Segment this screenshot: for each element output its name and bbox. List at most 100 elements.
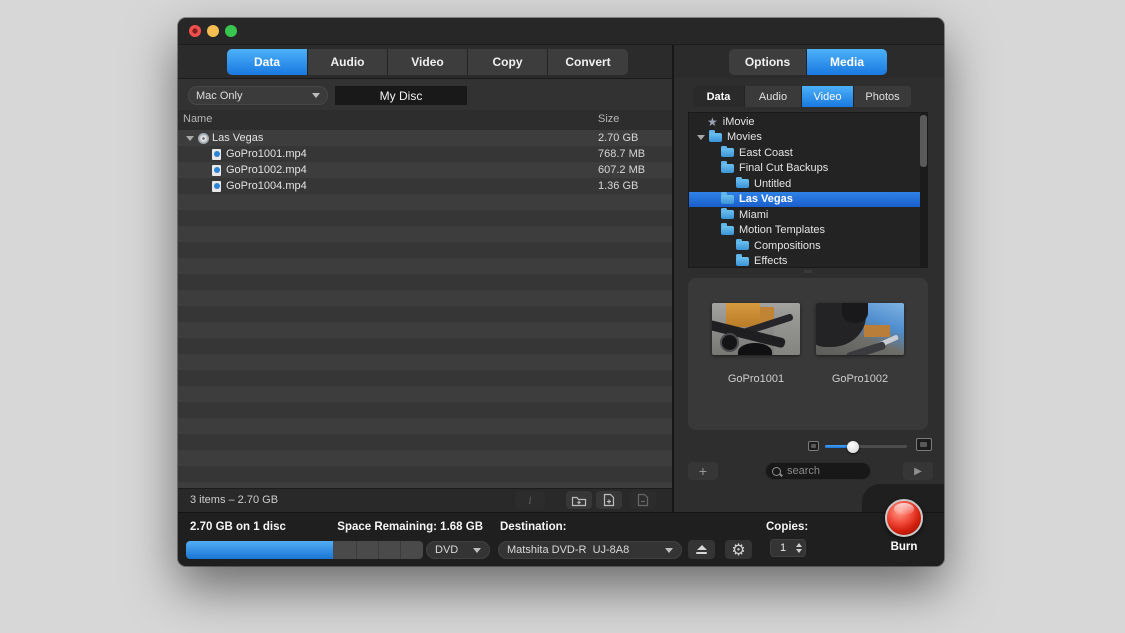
panel-toggle: Options Media <box>729 49 887 75</box>
tree-scrollbar[interactable] <box>920 113 927 267</box>
tab-video[interactable]: Video <box>388 49 468 75</box>
zoom-button[interactable] <box>225 25 237 37</box>
folder-icon <box>721 164 734 173</box>
burn-button-label: Burn <box>878 541 930 553</box>
list-header: Name Size <box>178 110 672 131</box>
tree-item-motion-templates[interactable]: Motion Templates <box>689 223 920 239</box>
disc-capacity-bar <box>186 541 423 559</box>
media-thumbnail-panel: GoPro1001 GoPro1002 <box>688 278 928 430</box>
eject-button[interactable] <box>688 540 715 559</box>
tree-item-effects[interactable]: Effects <box>689 254 920 269</box>
main-tab-bar: Data Audio Video Copy Convert Options Me… <box>178 45 944 79</box>
file-list[interactable]: Las Vegas 2.70 GB GoPro1001.mp4 768.7 MB… <box>178 130 672 488</box>
info-button[interactable]: i <box>515 491 545 509</box>
close-button[interactable] <box>189 25 201 37</box>
chevron-down-icon <box>473 548 481 553</box>
folder-plus-icon <box>571 494 587 507</box>
media-type-value: DVD <box>435 544 458 556</box>
media-tab-video[interactable]: Video <box>802 86 854 107</box>
burn-button[interactable] <box>885 499 923 537</box>
remove-file-button[interactable] <box>630 491 656 509</box>
options-button[interactable]: Options <box>729 49 807 75</box>
list-row-file[interactable]: GoPro1001.mp4 768.7 MB <box>178 146 672 162</box>
column-name[interactable]: Name <box>183 113 212 125</box>
media-tab-data[interactable]: Data <box>693 86 745 107</box>
preview-play-button[interactable]: ▶ <box>903 462 933 480</box>
tree-item-east-coast[interactable]: East Coast <box>689 145 920 161</box>
tree-label: East Coast <box>739 147 793 159</box>
info-icon: i <box>528 493 531 508</box>
tree-item-imovie[interactable]: ★ iMovie <box>689 114 920 130</box>
tab-convert[interactable]: Convert <box>548 49 628 75</box>
disc-icon <box>198 133 209 144</box>
tree-item-untitled[interactable]: Untitled <box>689 176 920 192</box>
titlebar[interactable] <box>178 18 944 45</box>
thumbnail-gopro1001[interactable] <box>712 303 800 355</box>
file-plus-icon <box>603 493 615 507</box>
list-row-disc[interactable]: Las Vegas 2.70 GB <box>178 130 672 146</box>
thumbnail-size-slider[interactable] <box>825 445 907 448</box>
tree-label: Miami <box>739 209 768 221</box>
thumbnail-gopro1002[interactable] <box>816 303 904 355</box>
drive-value: Matshita DVD-R UJ-8A8 <box>507 544 629 556</box>
add-folder-button[interactable] <box>566 491 592 509</box>
item-size: 607.2 MB <box>598 164 645 176</box>
video-file-icon <box>212 165 221 176</box>
settings-button[interactable]: ⚙ <box>725 540 752 559</box>
disclosure-triangle-icon[interactable] <box>186 136 194 141</box>
copies-label: Copies: <box>766 521 808 533</box>
filter-value: Mac Only <box>196 90 242 102</box>
tree-label: Effects <box>754 255 787 267</box>
splitter-handle[interactable] <box>804 270 812 273</box>
item-name: GoPro1001.mp4 <box>226 148 307 160</box>
folder-icon <box>736 257 749 266</box>
disc-name-field[interactable]: My Disc <box>335 86 467 105</box>
tree-item-miami[interactable]: Miami <box>689 207 920 223</box>
small-thumbnail-icon <box>808 441 819 451</box>
chevron-down-icon <box>312 93 320 98</box>
folder-icon <box>721 195 734 204</box>
folder-icon <box>721 210 734 219</box>
slider-thumb[interactable] <box>847 441 859 453</box>
tree-item-las-vegas[interactable]: Las Vegas <box>689 192 920 208</box>
media-tab-audio[interactable]: Audio <box>745 86 802 107</box>
tree-scrollbar-thumb[interactable] <box>920 115 927 167</box>
media-type-dropdown[interactable]: DVD <box>426 541 490 559</box>
add-file-button[interactable] <box>596 491 622 509</box>
folder-icon <box>736 241 749 250</box>
copies-stepper[interactable]: 1 <box>770 539 806 557</box>
tree-item-final-cut-backups[interactable]: Final Cut Backups <box>689 161 920 177</box>
disc-usage-label: 2.70 GB on 1 disc <box>190 521 286 533</box>
search-field[interactable] <box>765 462 871 480</box>
list-row-file[interactable]: GoPro1004.mp4 1.36 GB <box>178 178 672 194</box>
large-thumbnail-icon <box>916 438 932 451</box>
tab-audio[interactable]: Audio <box>308 49 388 75</box>
tab-data[interactable]: Data <box>227 49 308 75</box>
mode-tabs: Data Audio Video Copy Convert <box>227 49 628 75</box>
media-button[interactable]: Media <box>807 49 887 75</box>
tree-item-compositions[interactable]: Compositions <box>689 238 920 254</box>
item-size: 2.70 GB <box>598 132 638 144</box>
bottom-bar: 2.70 GB on 1 disc Space Remaining: 1.68 … <box>178 512 944 566</box>
minimize-button[interactable] <box>207 25 219 37</box>
tree-label: Motion Templates <box>739 224 825 236</box>
stepper-arrows-icon[interactable] <box>796 543 802 553</box>
column-size[interactable]: Size <box>598 113 619 125</box>
item-size: 768.7 MB <box>598 148 645 160</box>
tree-label: Untitled <box>754 178 791 190</box>
tree-item-movies[interactable]: Movies <box>689 130 920 146</box>
media-folder-tree[interactable]: ★ iMovie Movies East Coast Final Cut Bac… <box>688 112 928 268</box>
item-size: 1.36 GB <box>598 180 638 192</box>
disclosure-triangle-icon[interactable] <box>697 135 705 140</box>
filter-dropdown[interactable]: Mac Only <box>188 86 328 105</box>
media-tabs: Data Audio Video Photos <box>693 86 911 107</box>
drive-dropdown[interactable]: Matshita DVD-R UJ-8A8 <box>498 541 682 559</box>
search-input[interactable] <box>785 464 859 478</box>
list-row-file[interactable]: GoPro1002.mp4 607.2 MB <box>178 162 672 178</box>
chevron-down-icon <box>665 548 673 553</box>
add-media-button[interactable]: + <box>688 462 718 480</box>
folder-icon <box>736 179 749 188</box>
media-tab-photos[interactable]: Photos <box>854 86 911 107</box>
folder-icon <box>721 226 734 235</box>
tab-copy[interactable]: Copy <box>468 49 548 75</box>
